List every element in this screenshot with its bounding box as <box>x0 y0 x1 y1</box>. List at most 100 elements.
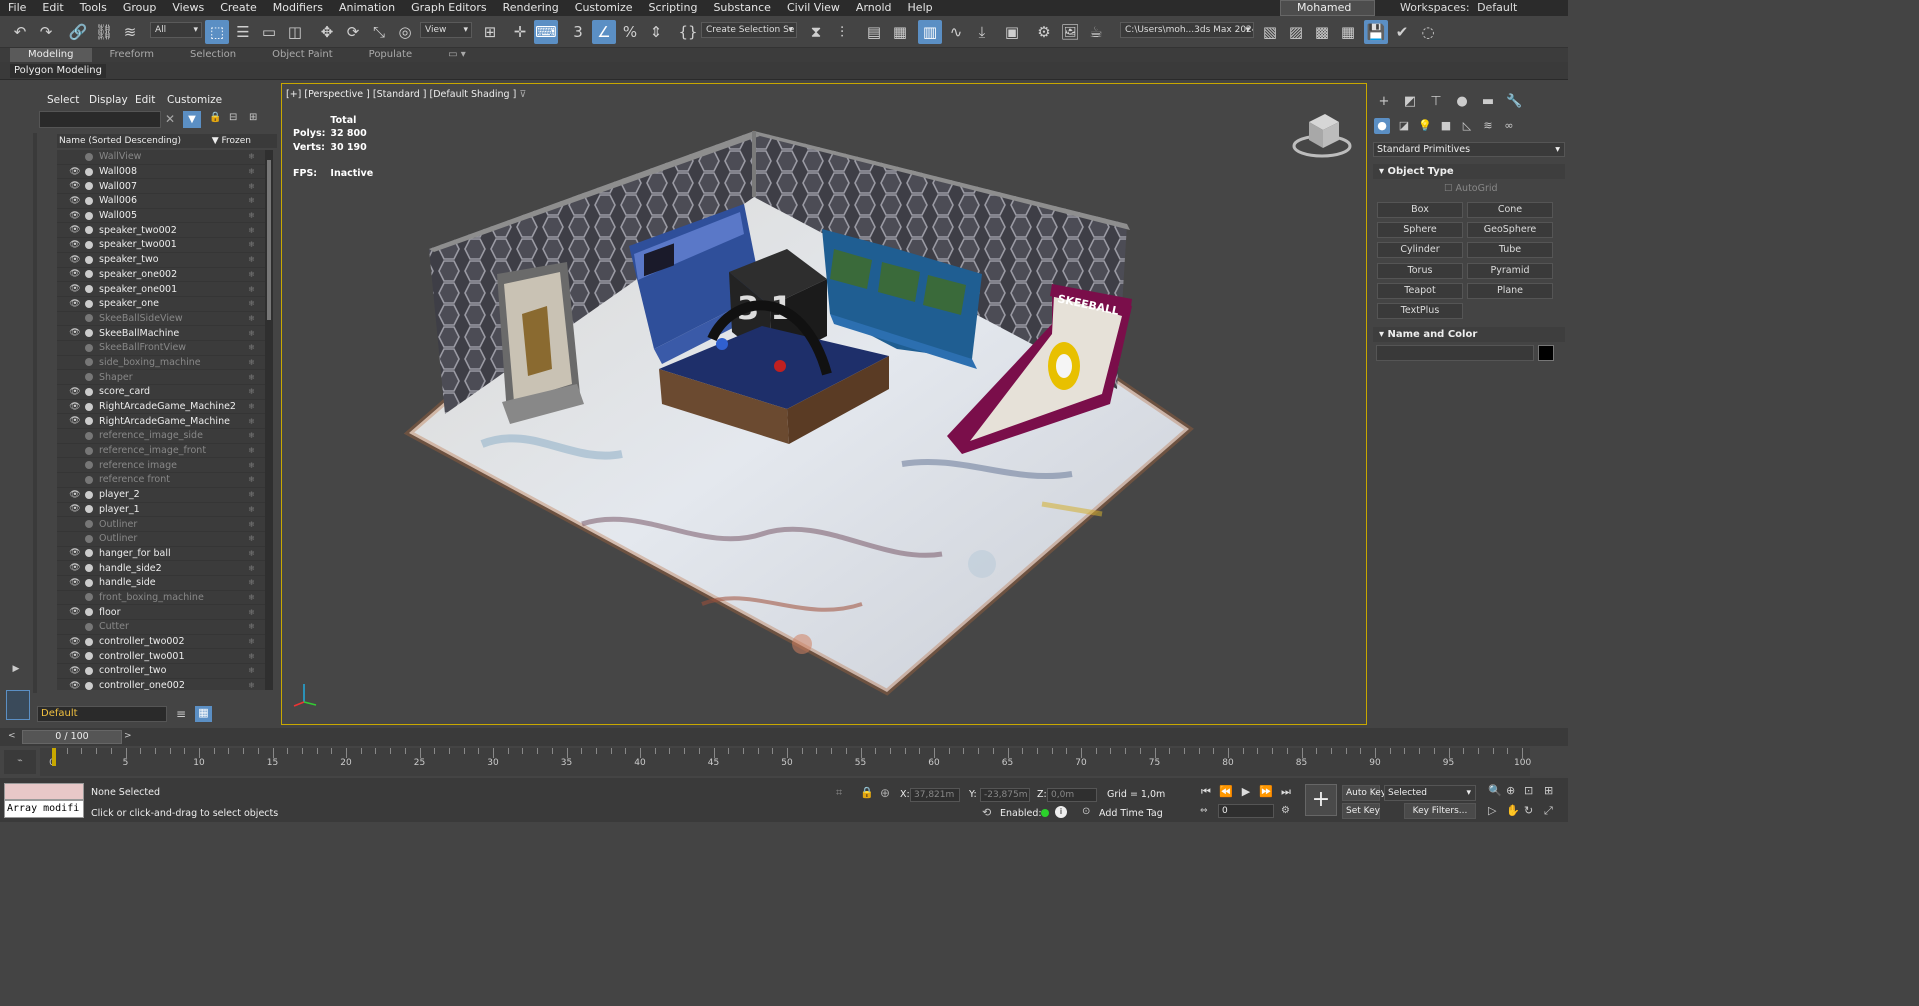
freeze-toggle-icon[interactable]: ❄ <box>248 475 255 484</box>
object-name-input[interactable] <box>1376 345 1534 361</box>
motion-tab-icon[interactable]: ● <box>1454 94 1470 110</box>
autogrid-checkbox[interactable]: ☐ AutoGrid <box>1444 183 1498 194</box>
render-toggle-icon[interactable] <box>85 666 93 675</box>
render-toggle-icon[interactable] <box>85 299 93 308</box>
freeze-toggle-icon[interactable]: ❄ <box>248 549 255 558</box>
freeze-toggle-icon[interactable]: ❄ <box>248 637 255 646</box>
hierarchy-tab-icon[interactable]: ⊤ <box>1428 94 1444 110</box>
next-key-icon[interactable]: ⏩ <box>1258 784 1274 800</box>
torus-button[interactable]: Torus <box>1377 263 1463 279</box>
menu-customize[interactable]: Customize <box>567 0 641 16</box>
filter-icon[interactable]: ▼ <box>183 111 201 128</box>
scene-object-row[interactable]: 👁 RightArcadeGame_Machine2 ❄ <box>57 400 265 415</box>
render-toggle-icon[interactable] <box>85 196 93 205</box>
visibility-eye-icon[interactable]: 👁 <box>69 651 81 661</box>
zoom-all-icon[interactable]: ⊕ <box>1506 784 1515 797</box>
shapes-category-icon[interactable]: ◪ <box>1396 118 1412 134</box>
clear-search-icon[interactable]: ✕ <box>165 112 175 126</box>
scene-object-row[interactable]: reference_image_front ❄ <box>57 444 265 459</box>
helpers-category-icon[interactable]: ◺ <box>1459 118 1475 134</box>
render-toggle-icon[interactable] <box>85 314 93 323</box>
go-to-start-icon[interactable]: ⏮ <box>1198 784 1214 800</box>
freeze-toggle-icon[interactable]: ❄ <box>248 167 255 176</box>
scene-object-row[interactable]: 👁 SkeeBallMachine ❄ <box>57 326 265 341</box>
primitive-category-dropdown[interactable]: Standard Primitives ▾ <box>1373 142 1565 157</box>
visibility-eye-icon[interactable]: 👁 <box>69 167 81 177</box>
scene-object-row[interactable]: 👁 controller_one002 ❄ <box>57 679 265 690</box>
freeze-toggle-icon[interactable]: ❄ <box>248 299 255 308</box>
freeze-toggle-icon[interactable]: ❄ <box>248 240 255 249</box>
set-key-button[interactable]: + <box>1305 784 1337 816</box>
visibility-eye-icon[interactable]: 👁 <box>69 637 81 647</box>
freeze-toggle-icon[interactable]: ❄ <box>248 196 255 205</box>
scene-list-scrollbar[interactable] <box>265 150 273 690</box>
create-tab-icon[interactable]: + <box>1376 94 1392 110</box>
menu-animation[interactable]: Animation <box>331 0 403 16</box>
render-toggle-icon[interactable] <box>85 578 93 587</box>
render-toggle-icon[interactable] <box>85 593 93 602</box>
menu-help[interactable]: Help <box>900 0 941 16</box>
scene-object-row[interactable]: 👁 controller_two ❄ <box>57 664 265 679</box>
plane-button[interactable]: Plane <box>1467 283 1553 299</box>
menu-scripting[interactable]: Scripting <box>641 0 706 16</box>
visibility-eye-icon[interactable]: 👁 <box>69 387 81 397</box>
scene-object-row[interactable]: 👁 Wall006 ❄ <box>57 194 265 209</box>
menu-tools[interactable]: Tools <box>72 0 115 16</box>
angle-snap-icon[interactable]: ∠ <box>592 20 616 44</box>
visibility-eye-icon[interactable]: 👁 <box>69 578 81 588</box>
scene-object-row[interactable]: 👁 speaker_one002 ❄ <box>57 268 265 283</box>
render-toggle-icon[interactable] <box>85 564 93 573</box>
scene-object-row[interactable]: 👁 Wall008 ❄ <box>57 165 265 180</box>
user-account-dropdown[interactable]: Mohamed As... <box>1280 0 1375 28</box>
visibility-eye-icon[interactable]: 👁 <box>69 284 81 294</box>
zoom-icon[interactable]: 🔍 <box>1488 784 1502 797</box>
schematic-view-icon[interactable]: ⤓ <box>970 20 994 44</box>
ribbon-tab-modeling[interactable]: Modeling <box>10 48 92 62</box>
info-icon[interactable]: i <box>1055 806 1067 818</box>
render-setup-icon[interactable]: ⚙ <box>1032 20 1056 44</box>
menu-rendering[interactable]: Rendering <box>495 0 567 16</box>
teapot-button[interactable]: Teapot <box>1377 283 1463 299</box>
name-column-header[interactable]: Name (Sorted Descending) <box>59 136 181 146</box>
render-production-icon[interactable]: ☕ <box>1084 20 1108 44</box>
autosave-icon[interactable]: 💾 <box>1364 20 1388 44</box>
menu-views[interactable]: Views <box>164 0 212 16</box>
select-by-name-icon[interactable]: ☰ <box>231 20 255 44</box>
textplus-button[interactable]: TextPlus <box>1377 303 1463 319</box>
scene-list-header[interactable]: Name (Sorted Descending) ▼ Frozen <box>57 134 277 148</box>
freeze-toggle-icon[interactable]: ❄ <box>248 461 255 470</box>
freeze-toggle-icon[interactable]: ❄ <box>248 226 255 235</box>
scene-object-row[interactable]: 👁 speaker_two002 ❄ <box>57 223 265 239</box>
render-toggle-icon[interactable] <box>85 358 93 367</box>
named-selection-sets-dropdown[interactable]: Create Selection Se <box>701 22 797 38</box>
freeze-toggle-icon[interactable]: ❄ <box>248 285 255 294</box>
current-layer-dropdown[interactable]: Default <box>37 706 167 722</box>
freeze-toggle-icon[interactable]: ❄ <box>248 564 255 573</box>
place-icon[interactable]: ◎ <box>393 20 417 44</box>
ribbon-tab-freeform[interactable]: Freeform <box>92 48 173 62</box>
freeze-toggle-icon[interactable]: ❄ <box>248 152 255 161</box>
render-toggle-icon[interactable] <box>85 387 93 396</box>
freeze-toggle-icon[interactable]: ❄ <box>248 182 255 191</box>
scene-object-row[interactable]: 👁 player_2 ❄ <box>57 488 265 503</box>
render-toggle-icon[interactable] <box>85 431 93 440</box>
scene-object-row[interactable]: 👁 score_card ❄ <box>57 385 265 400</box>
toggle-ribbon-icon[interactable]: ▥ <box>918 20 942 44</box>
hierarchy-icon[interactable]: ⊟ <box>229 112 237 123</box>
scene-object-row[interactable]: 👁 handle_side ❄ <box>57 576 265 591</box>
move-icon[interactable]: ✥ <box>315 20 339 44</box>
orbit-icon[interactable]: ↻ <box>1524 804 1533 817</box>
perspective-viewport[interactable]: [+] [Perspective ] [Standard ] [Default … <box>281 83 1367 725</box>
selection-filter-dropdown[interactable]: All <box>150 22 202 38</box>
render-toggle-icon[interactable] <box>85 329 93 338</box>
sort-by-layer-icon[interactable]: ▦ <box>195 706 212 722</box>
visibility-eye-icon[interactable]: 👁 <box>69 504 81 514</box>
visibility-eye-icon[interactable]: 👁 <box>69 490 81 500</box>
render-toggle-icon[interactable] <box>85 622 93 631</box>
adaptive-degradation-icon[interactable]: ⟲ <box>982 806 991 819</box>
render-toggle-icon[interactable] <box>85 285 93 294</box>
render-toggle-icon[interactable] <box>85 211 93 220</box>
z-coordinate-field[interactable]: 0,0m <box>1047 788 1097 802</box>
render-toggle-icon[interactable] <box>85 505 93 514</box>
project-folder-dropdown[interactable]: C:\Users\moh...3ds Max 2024 <box>1120 22 1254 38</box>
